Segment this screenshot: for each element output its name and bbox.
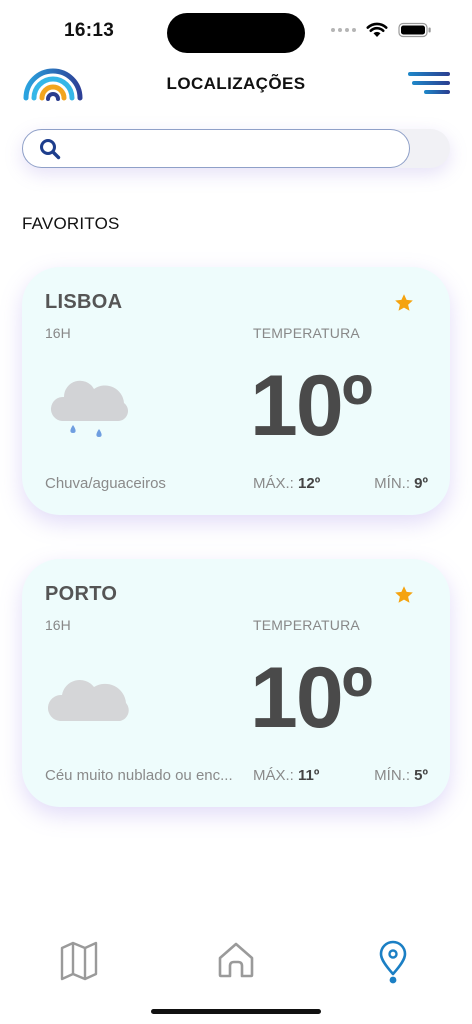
temperature-label: TEMPERATURA bbox=[253, 617, 360, 633]
city-name: PORTO bbox=[45, 583, 118, 605]
favorite-card-lisboa[interactable]: LISBOA 16H TEMPERATURA 10º Chuva/aguacei… bbox=[22, 267, 450, 515]
favorite-card-porto[interactable]: PORTO 16H TEMPERATURA 10º Céu muito nubl… bbox=[22, 559, 450, 807]
dynamic-island bbox=[167, 13, 305, 53]
hamburger-menu-icon[interactable] bbox=[406, 68, 450, 98]
min-temperature: MÍN.: 9º bbox=[374, 475, 428, 492]
temperature-value: 10º bbox=[250, 650, 373, 746]
forecast-hour: 16H bbox=[45, 325, 71, 341]
status-time: 16:13 bbox=[64, 20, 115, 41]
rain-cloud-icon bbox=[50, 380, 128, 437]
search-icon bbox=[40, 139, 61, 160]
location-pin-icon[interactable] bbox=[373, 940, 413, 984]
forecast-hour: 16H bbox=[45, 617, 71, 633]
wifi-icon bbox=[366, 22, 388, 37]
home-indicator bbox=[151, 1009, 321, 1014]
favorites-heading: FAVORITOS bbox=[22, 214, 120, 233]
temperature-value: 10º bbox=[250, 358, 373, 454]
search-field[interactable] bbox=[22, 129, 410, 168]
star-icon[interactable] bbox=[394, 293, 414, 313]
temperature-label: TEMPERATURA bbox=[253, 325, 360, 341]
weather-description: Chuva/aguaceiros bbox=[45, 475, 166, 492]
weather-description: Céu muito nublado ou enc... bbox=[45, 767, 233, 784]
cellular-signal-icon bbox=[331, 28, 356, 32]
battery-icon bbox=[398, 22, 431, 38]
max-temperature: MÁX.: 11º bbox=[253, 767, 320, 784]
map-icon[interactable] bbox=[59, 938, 99, 982]
min-temperature: MÍN.: 5º bbox=[374, 767, 428, 784]
page-title: LOCALIZAÇÕES bbox=[166, 74, 306, 93]
star-icon[interactable] bbox=[394, 585, 414, 605]
search-bar bbox=[22, 129, 450, 168]
city-name: LISBOA bbox=[45, 291, 123, 313]
search-input[interactable] bbox=[73, 130, 393, 167]
status-icons bbox=[331, 22, 432, 38]
cloud-icon bbox=[48, 680, 129, 721]
max-temperature: MÁX.: 12º bbox=[253, 475, 321, 492]
home-icon[interactable] bbox=[216, 938, 256, 982]
